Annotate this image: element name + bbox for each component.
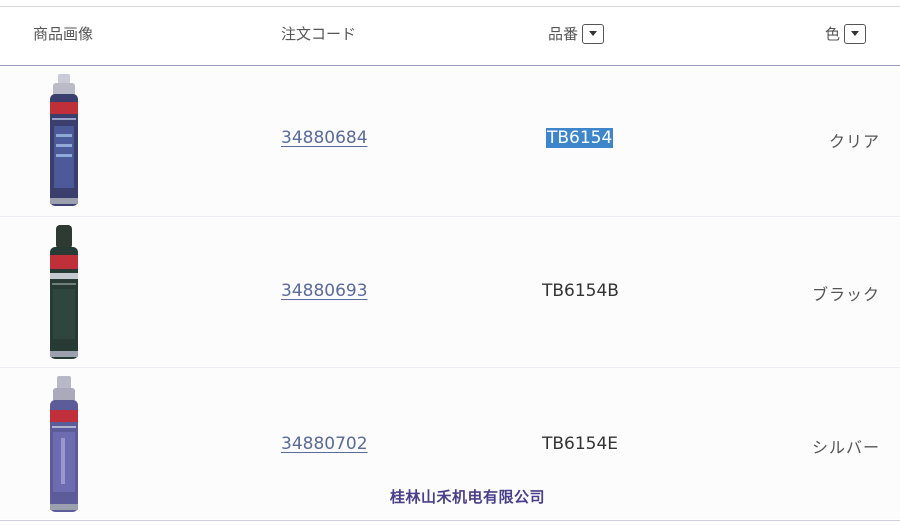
order-code-link[interactable]: 34880684 — [281, 128, 368, 148]
header-order-code-label: 注文コード — [281, 25, 357, 43]
part-number: TB6154 — [546, 128, 614, 148]
color-value: ブラック — [811, 285, 880, 304]
product-image[interactable] — [47, 376, 81, 516]
chevron-down-icon — [851, 30, 859, 36]
color-value: クリア — [828, 132, 880, 151]
product-image[interactable] — [47, 225, 81, 363]
header-product-image-label: 商品画像 — [33, 25, 94, 43]
part-number: TB6154E — [542, 434, 619, 454]
part-number-filter-button[interactable] — [582, 23, 605, 44]
product-table: 商品画像 注文コード 品番 色 34880684 TB6154 クリア 3488… — [0, 0, 900, 525]
color-filter-button[interactable] — [844, 23, 866, 44]
table-row: 34880693 TB6154B ブラック — [0, 217, 900, 368]
table-header: 商品画像 注文コード 品番 色 — [0, 7, 900, 65]
product-image[interactable] — [47, 74, 81, 210]
order-code-link[interactable]: 34880693 — [281, 281, 368, 301]
header-part-number: 品番 — [548, 23, 605, 44]
header-color: 色 — [825, 23, 866, 44]
chevron-down-icon — [589, 30, 598, 36]
header-order-code: 注文コード — [281, 23, 356, 44]
color-value: シルバー — [811, 438, 880, 457]
part-number: TB6154B — [542, 281, 619, 301]
header-part-number-label: 品番 — [548, 25, 579, 43]
bottom-divider — [0, 520, 900, 521]
header-color-label: 色 — [824, 25, 840, 43]
table-row: 34880684 TB6154 クリア — [0, 66, 900, 217]
header-product-image: 商品画像 — [33, 23, 93, 44]
watermark-text: 桂林山禾机电有限公司 — [390, 488, 546, 506]
order-code-link[interactable]: 34880702 — [281, 434, 368, 454]
